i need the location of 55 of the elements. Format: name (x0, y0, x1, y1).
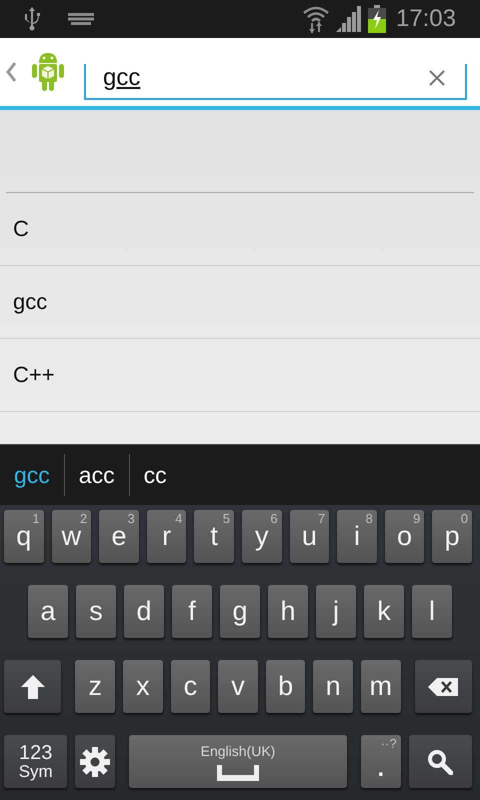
shift-key[interactable] (4, 660, 62, 713)
key[interactable]: s (76, 585, 116, 638)
key[interactable]: 8 i (337, 510, 377, 563)
key[interactable]: l (412, 585, 452, 638)
key[interactable]: k (364, 585, 404, 638)
back-chevron-icon[interactable] (6, 62, 16, 82)
signal-icon (336, 6, 362, 32)
key-hint: ··? (380, 736, 397, 751)
suggestion-item[interactable]: C++ (0, 339, 480, 412)
key-hint: 5 (222, 511, 230, 526)
suggestion-item[interactable]: gcc (0, 266, 480, 339)
clear-icon[interactable] (429, 70, 445, 86)
key[interactable]: n (313, 660, 353, 713)
key-hint: 4 (175, 511, 182, 526)
key-hint: 3 (128, 511, 135, 526)
shift-arrow-icon (20, 674, 46, 700)
key-hint: 7 (318, 511, 326, 526)
key-hint: 0 (460, 511, 468, 526)
battery-charging-icon (368, 5, 386, 33)
wifi-icon (302, 5, 330, 33)
suggestion-item[interactable]: C (0, 193, 480, 266)
key-hint: 8 (366, 511, 373, 526)
candidate-word[interactable]: cc (130, 454, 181, 496)
settings-icon (80, 746, 110, 776)
key-hint: 2 (80, 511, 88, 526)
key[interactable]: h (268, 585, 308, 638)
search-field[interactable]: gcc (84, 64, 467, 100)
key[interactable]: f (172, 585, 212, 638)
search-icon (427, 748, 454, 774)
backspace-key[interactable] (414, 660, 472, 713)
symbols-key[interactable]: 123 Sym (4, 735, 68, 788)
key-hint: 9 (413, 511, 420, 526)
keyboard-icon (68, 13, 94, 25)
search-key[interactable] (408, 735, 472, 788)
key[interactable]: d (124, 585, 164, 638)
key[interactable]: a (28, 585, 68, 638)
period-key[interactable]: ··? . (360, 735, 401, 788)
key[interactable]: g (220, 585, 260, 638)
settings-key[interactable] (75, 735, 116, 788)
status-time: 17:03 (396, 5, 456, 33)
usb-icon (24, 7, 40, 31)
key[interactable]: v (218, 660, 258, 713)
candidate-word[interactable]: acc (64, 454, 130, 496)
candidate-word[interactable]: gcc (0, 454, 65, 496)
key[interactable]: b (266, 660, 306, 713)
key[interactable]: c (170, 660, 210, 713)
key[interactable]: x (123, 660, 163, 713)
key[interactable]: m (360, 660, 401, 713)
key-hint: 6 (270, 511, 278, 526)
key[interactable]: j (316, 585, 356, 638)
key-hint: 1 (32, 511, 40, 526)
key[interactable]: z (75, 660, 116, 713)
backspace-icon (428, 678, 458, 696)
space-bar-icon (217, 764, 259, 780)
space-key[interactable]: English(UK) (129, 735, 347, 788)
